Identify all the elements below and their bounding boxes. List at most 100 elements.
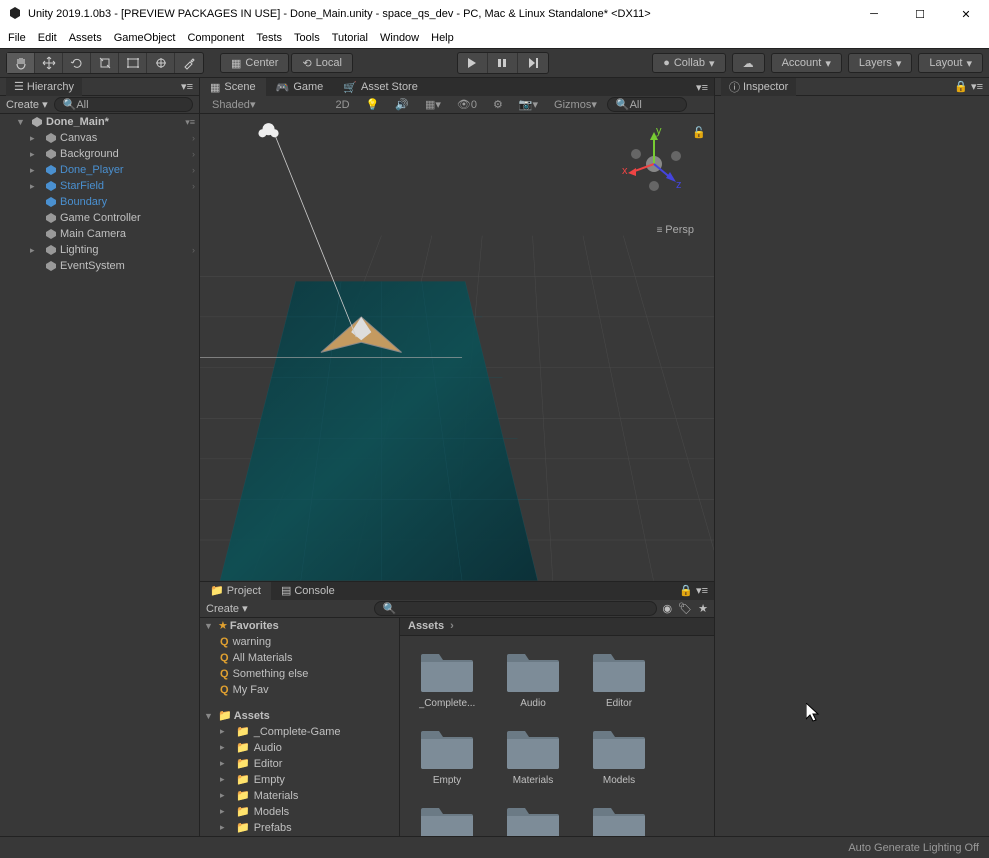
breadcrumb[interactable]: Assets › — [400, 618, 714, 636]
asset-folder[interactable]: Audio — [498, 648, 568, 709]
projection-label[interactable]: ≡ Persp — [657, 224, 694, 236]
lock-icon[interactable]: 🔒 ▾≡ — [673, 584, 714, 597]
maximize-button[interactable]: ☐ — [905, 4, 935, 24]
cloud-button[interactable]: ☁ — [732, 53, 765, 73]
minimize-button[interactable]: ─ — [859, 4, 889, 24]
menu-tutorial[interactable]: Tutorial — [332, 32, 368, 44]
expand-toggle[interactable]: ▸ — [30, 181, 42, 192]
filter-icon[interactable]: ◉ — [663, 602, 673, 615]
pause-button[interactable] — [488, 53, 518, 73]
audio-toggle[interactable]: 🔊 — [389, 97, 415, 113]
pivot-center-button[interactable]: ▦Center — [220, 53, 289, 73]
inspector-tab[interactable]: ⓘInspector — [721, 78, 796, 96]
menu-file[interactable]: File — [8, 32, 26, 44]
rotate-tool-button[interactable] — [63, 53, 91, 73]
hierarchy-item[interactable]: ▸StarField› — [0, 178, 199, 194]
tab-console[interactable]: ▤Console — [271, 582, 345, 600]
scene-menu-icon[interactable]: ▾≡ — [185, 117, 195, 128]
folder-item[interactable]: ▸📁Empty — [200, 772, 399, 788]
transform-tool-button[interactable] — [147, 53, 175, 73]
project-search[interactable]: 🔍 — [374, 601, 657, 616]
gizmos-dropdown[interactable]: Gizmos ▾ — [548, 97, 603, 113]
menu-window[interactable]: Window — [380, 32, 419, 44]
expand-toggle[interactable]: ▸ — [220, 774, 232, 785]
lock-icon[interactable]: 🔓 — [692, 126, 706, 139]
close-button[interactable]: ✕ — [951, 4, 981, 24]
menu-component[interactable]: Component — [187, 32, 244, 44]
expand-toggle[interactable]: ▸ — [30, 133, 42, 144]
account-dropdown[interactable]: Account▾ — [771, 53, 842, 73]
favorite-item[interactable]: QMy Fav — [200, 682, 399, 698]
custom-tool-button[interactable] — [175, 53, 203, 73]
hierarchy-tab[interactable]: ☰Hierarchy — [6, 78, 82, 96]
asset-folder[interactable]: Empty — [412, 725, 482, 786]
expand-toggle[interactable]: ▸ — [220, 742, 232, 753]
hierarchy-item[interactable]: Game Controller — [0, 210, 199, 226]
folder-item[interactable]: ▸📁Prefabs — [200, 820, 399, 836]
favorite-icon[interactable]: ★ — [698, 602, 708, 615]
folder-item[interactable]: ▸📁Audio — [200, 740, 399, 756]
menu-help[interactable]: Help — [431, 32, 454, 44]
hierarchy-item[interactable]: ▸Canvas› — [0, 130, 199, 146]
asset-folder[interactable]: _Complete... — [412, 648, 482, 709]
fx-toggle[interactable]: ▦▾ — [419, 97, 447, 113]
scene-search[interactable]: 🔍All — [607, 97, 687, 112]
collab-dropdown[interactable]: ●Collab▾ — [652, 53, 725, 73]
hierarchy-search[interactable]: 🔍All — [54, 97, 193, 112]
tab-asset-store[interactable]: 🛒Asset Store — [333, 78, 428, 96]
asset-folder[interactable]: Test — [498, 802, 568, 836]
project-create-dropdown[interactable]: Create ▾ — [206, 602, 248, 615]
expand-toggle[interactable]: ▸ — [30, 149, 42, 160]
play-button[interactable] — [458, 53, 488, 73]
pivot-local-button[interactable]: ⟲Local — [291, 53, 353, 73]
favorites-header[interactable]: ▼★Favorites — [200, 618, 399, 634]
expand-toggle[interactable]: ▸ — [30, 165, 42, 176]
assets-header[interactable]: ▼📁Assets — [200, 708, 399, 724]
create-dropdown[interactable]: Create ▾ — [6, 98, 48, 111]
layers-dropdown[interactable]: Layers▾ — [848, 53, 913, 73]
hidden-toggle[interactable]: 👁0 — [451, 97, 483, 113]
menu-assets[interactable]: Assets — [69, 32, 102, 44]
orientation-gizmo[interactable]: y x z — [614, 124, 694, 204]
favorite-item[interactable]: QSomething else — [200, 666, 399, 682]
asset-folder[interactable]: Prefabs — [412, 802, 482, 836]
hand-tool-button[interactable] — [7, 53, 35, 73]
asset-folder[interactable]: Models — [584, 725, 654, 786]
expand-toggle[interactable]: ▸ — [220, 758, 232, 769]
expand-toggle[interactable]: ▸ — [220, 790, 232, 801]
rect-tool-button[interactable] — [119, 53, 147, 73]
scene-viewport[interactable]: y x z — [200, 114, 714, 581]
asset-folder[interactable]: Materials — [498, 725, 568, 786]
step-button[interactable] — [518, 53, 548, 73]
hierarchy-item[interactable]: Main Camera — [0, 226, 199, 242]
favorite-item[interactable]: Qwarning — [200, 634, 399, 650]
hierarchy-item[interactable]: ▸Done_Player› — [0, 162, 199, 178]
camera-toggle[interactable]: 📷▾ — [513, 97, 544, 113]
folder-item[interactable]: ▸📁_Complete-Game — [200, 724, 399, 740]
shaded-dropdown[interactable]: Shaded ▾ — [206, 97, 261, 113]
menu-gameobject[interactable]: GameObject — [114, 32, 176, 44]
hierarchy-item[interactable]: ▸Lighting› — [0, 242, 199, 258]
expand-toggle[interactable]: ▸ — [220, 726, 232, 737]
menu-tests[interactable]: Tests — [256, 32, 282, 44]
favorite-item[interactable]: QAll Materials — [200, 650, 399, 666]
layout-dropdown[interactable]: Layout▾ — [918, 53, 983, 73]
hierarchy-item[interactable]: ▸Background› — [0, 146, 199, 162]
hierarchy-item[interactable]: EventSystem — [0, 258, 199, 274]
tab-game[interactable]: 🎮Game — [266, 78, 334, 96]
expand-toggle[interactable]: ▼ — [16, 117, 28, 127]
lighting-toggle[interactable]: 💡 — [360, 97, 386, 113]
grid-toggle[interactable]: ⚙ — [487, 97, 509, 113]
folder-item[interactable]: ▸📁Materials — [200, 788, 399, 804]
panel-menu-icon[interactable]: ▾≡ — [690, 81, 714, 94]
expand-toggle[interactable]: ▸ — [30, 245, 42, 256]
expand-toggle[interactable]: ▸ — [220, 822, 232, 833]
lock-icon[interactable]: 🔒 ▾≡ — [954, 80, 983, 93]
menu-tools[interactable]: Tools — [294, 32, 320, 44]
panel-menu-icon[interactable]: ▾≡ — [181, 80, 193, 93]
tab-project[interactable]: 📁Project — [200, 582, 271, 600]
scene-root[interactable]: ▼ Done_Main* ▾≡ — [0, 114, 199, 130]
lighting-status[interactable]: Auto Generate Lighting Off — [848, 842, 979, 854]
folder-item[interactable]: ▸📁Editor — [200, 756, 399, 772]
folder-item[interactable]: ▸📁Models — [200, 804, 399, 820]
